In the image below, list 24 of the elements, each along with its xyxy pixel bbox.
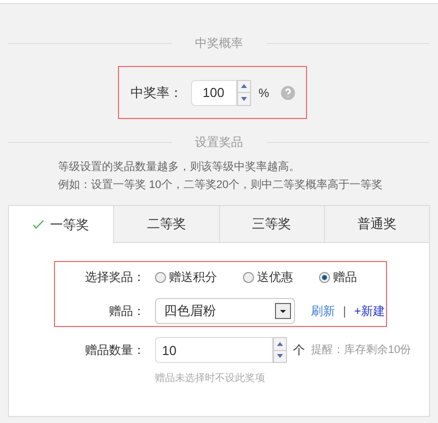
stock-reminder: 提醒：库存剩余10份: [311, 342, 412, 358]
prize-tab[interactable]: 三等奖: [218, 206, 324, 243]
quantity-input[interactable]: 10: [155, 337, 273, 363]
unit-label: %: [258, 84, 270, 102]
section-title: 中奖概率: [194, 35, 244, 52]
note-text: 等级设置的奖品数量越多，则该等级中奖率越高。: [58, 160, 301, 175]
quantity-unit: 个: [293, 342, 305, 359]
radio-option[interactable]: 赠品: [319, 268, 357, 286]
hint-text: 赠品未选择时不设此奖项: [155, 372, 266, 386]
quantity-label: 赠品数量：: [84, 342, 145, 359]
new-link[interactable]: +新建: [354, 302, 386, 320]
note-text: 例如：设置一等奖 10个，二等奖20个，则中二等奖概率高于一等奖: [58, 178, 384, 193]
refresh-link[interactable]: 刷新: [311, 302, 335, 320]
prize-tab[interactable]: 二等奖: [113, 206, 218, 243]
rate-input[interactable]: 100: [190, 80, 236, 106]
rate-label: 中奖率：: [130, 84, 182, 102]
link-separator: |: [343, 303, 346, 320]
radio-option[interactable]: 赠送积分: [155, 268, 217, 286]
prize-tab[interactable]: 普通奖: [324, 206, 429, 243]
gift-select[interactable]: 四色眉粉: [155, 298, 295, 324]
gift-label: 赠品：: [108, 303, 145, 320]
section-title: 设置奖品: [194, 134, 244, 151]
prize-type-label: 选择奖品：: [84, 269, 145, 286]
radio-option[interactable]: 送优惠: [243, 268, 293, 286]
